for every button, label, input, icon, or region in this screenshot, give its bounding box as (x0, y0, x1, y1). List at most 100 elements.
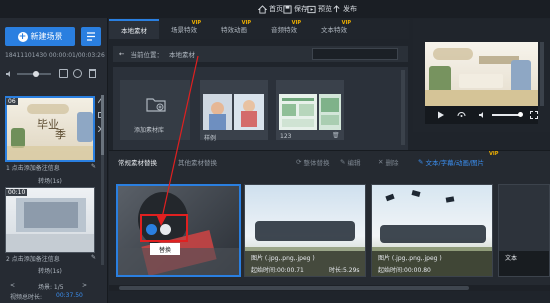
replace-all-button[interactable]: ⟳ 整体替换 (296, 156, 329, 168)
clip-item-4[interactable]: 文本 (498, 184, 550, 277)
media-scrollbar[interactable] (401, 70, 405, 145)
scene-pager: < 场景: 1/5 > 视频总时长: 00:37.50 (0, 278, 108, 303)
vip-badge: VIP (341, 20, 351, 26)
copy-icon[interactable] (59, 69, 68, 78)
clip-item-3[interactable]: 图片 (.jpg,.png,.jpeg ) 起始时间:00:00.80 (371, 184, 493, 277)
scene-thumbnail-1[interactable]: 毕业 季 (5, 96, 95, 162)
trash-icon[interactable]: 🗑 (332, 132, 340, 139)
home-button[interactable]: 首页 (258, 3, 283, 15)
document-thumb (279, 94, 317, 130)
annotation-arrow (156, 55, 199, 226)
save-icon (283, 4, 292, 14)
preview-scrollbar[interactable] (540, 42, 544, 106)
next-scene-icon[interactable]: > (82, 282, 87, 289)
clip-start-2: 起始时间:00:00.71 (251, 267, 304, 274)
edit-button[interactable]: ✎ 编辑 (340, 156, 360, 168)
preview-volume-slider[interactable] (492, 112, 523, 117)
scene-number-1: 06 (6, 98, 18, 105)
volume-icon[interactable] (478, 111, 486, 119)
vip-badge: VIP (291, 20, 301, 26)
tab-scene-effects[interactable]: 场景特效 VIP (159, 19, 209, 39)
home-icon (258, 4, 267, 14)
scene-number-2: 00:10 (6, 189, 28, 196)
play-icon[interactable] (437, 111, 445, 119)
delete-button[interactable]: ✕ 删除 (378, 156, 398, 168)
plus-icon: + (17, 31, 28, 42)
loop-icon[interactable] (457, 111, 466, 119)
publish-label: 发布 (343, 5, 357, 13)
photo-thumb (234, 94, 264, 130)
transition-label-2[interactable]: 转场(1s) (5, 266, 95, 275)
fullscreen-icon[interactable] (530, 111, 538, 119)
edit-label: 编辑 (347, 159, 361, 167)
vip-badge: VIP (489, 151, 499, 157)
new-scene-label: 新建场景 (30, 32, 63, 41)
text-subtitle-label: 文本/字幕/动画/图片 (425, 159, 485, 167)
new-scene-button[interactable]: + 新建场景 (5, 27, 75, 46)
scene-note-2: 点击添加备注信息 (11, 256, 60, 263)
clip-scrollbar[interactable] (109, 285, 550, 291)
list-icon (87, 32, 95, 41)
total-duration: 00:37.50 (56, 292, 83, 299)
media-tabs: 本地素材 场景特效 VIP 特效动画 VIP 音频特效 VIP 文本特效 VIP (109, 19, 409, 39)
scene-menu-button[interactable] (81, 27, 101, 46)
scene-caption-2[interactable]: 2 点击添加备注信息 ✎ (6, 254, 96, 263)
edit-icon: ✎ (340, 158, 346, 166)
volume-slider[interactable] (17, 71, 51, 77)
clip-start-3: 起始时间:00:00.80 (378, 267, 431, 274)
folder-name-2: 123 (280, 133, 292, 140)
thumbnail-title-b: 季 (55, 128, 66, 141)
preview-canvas[interactable] (425, 42, 538, 106)
back-arrow-icon[interactable]: ← (119, 50, 124, 58)
preview-button[interactable]: 预览 (307, 3, 332, 15)
scene-index-2: 2 (6, 256, 10, 263)
delete-label: 删除 (385, 159, 399, 167)
media-folder-2[interactable]: 123 🗑 (276, 80, 344, 140)
scene-caption-1[interactable]: 1 点击添加备注信息 ✎ (6, 163, 96, 172)
document-thumb (319, 94, 341, 130)
text-subtitle-tab[interactable]: ✎ 文本/字幕/动画/图片 (418, 156, 484, 168)
tab-local-media[interactable]: 本地素材 (109, 19, 159, 39)
scene-note-1: 点击添加备注信息 (11, 165, 60, 172)
transition-label-1[interactable]: 转场(1s) (5, 176, 95, 185)
clip-type-4: 文本 (505, 255, 518, 262)
replace-all-label: 整体替换 (303, 159, 330, 167)
volume-icon[interactable] (5, 70, 13, 78)
scene-thumbnail-2[interactable] (5, 187, 95, 253)
delete-icon: ✕ (378, 158, 384, 166)
save-button[interactable]: 保存 (283, 3, 308, 15)
tab-text-effects[interactable]: 文本特效 VIP (309, 19, 359, 39)
preview-controls (425, 106, 538, 124)
publish-icon (332, 4, 341, 14)
preview-icon (307, 5, 316, 14)
vip-badge: VIP (241, 20, 251, 26)
tab-animation-effects[interactable]: 特效动画 VIP (209, 19, 259, 39)
edit-note-icon-2[interactable]: ✎ (91, 254, 96, 263)
publish-button[interactable]: 发布 (332, 3, 357, 15)
settings-icon[interactable] (73, 69, 82, 78)
scene-scrollbar[interactable] (101, 95, 104, 265)
scene-page-indicator: 场景: 1/5 (38, 284, 64, 291)
vip-badge: VIP (191, 20, 201, 26)
scene-controls (5, 68, 105, 80)
clip-item-2[interactable]: 图片 (.jpg,.png,.jpeg ) 起始时间:00:00.71 时长:5… (244, 184, 366, 277)
tab-audio-effects[interactable]: 音频特效 VIP (259, 19, 309, 39)
trash-icon[interactable] (89, 69, 96, 78)
tab-label: 本地素材 (121, 27, 147, 35)
prev-scene-icon[interactable]: < (10, 282, 15, 289)
pencil-icon: ✎ (418, 158, 424, 166)
media-folder-1[interactable]: 样例 (200, 80, 268, 142)
total-duration-label: 视频总时长: (10, 294, 43, 301)
media-search-input[interactable] (312, 48, 398, 60)
clip-duration-2: 时长:5.29s (329, 267, 360, 274)
clip-type-3: 图片 (.jpg,.png,.jpeg ) (378, 255, 442, 262)
home-label: 首页 (269, 5, 283, 13)
preview-volume-handle[interactable] (518, 112, 523, 117)
clip-type-2: 图片 (.jpg,.png,.jpeg ) (251, 255, 315, 262)
scene-time-info: 18411101430 00:00:01/00:03:26 (5, 52, 105, 59)
edit-note-icon[interactable]: ✎ (91, 163, 96, 172)
save-label: 保存 (294, 5, 308, 13)
replace-tooltip: 替换 (150, 243, 180, 255)
volume-slider-handle[interactable] (33, 71, 39, 77)
preview-label: 预览 (318, 5, 332, 13)
